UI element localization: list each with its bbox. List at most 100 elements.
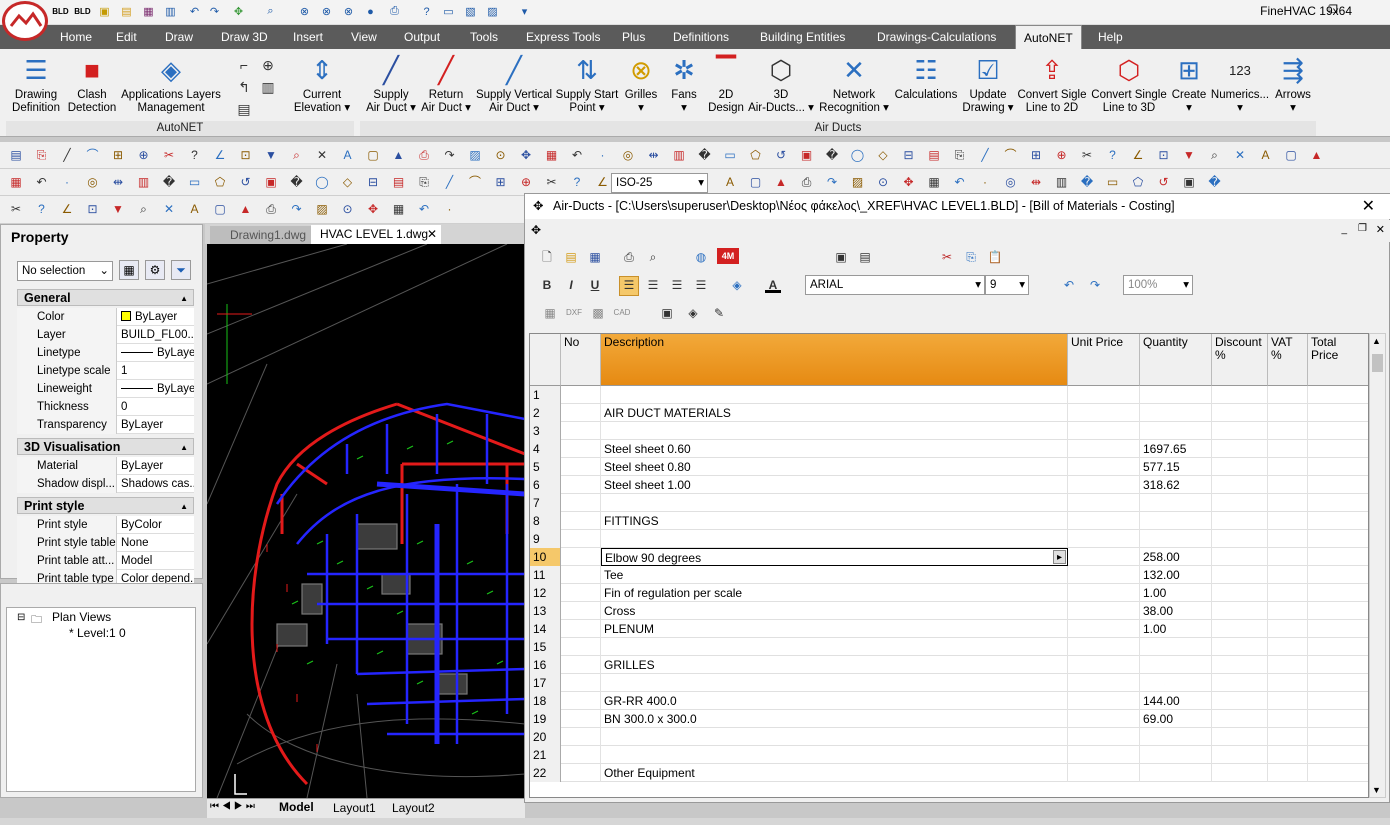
quantity-cell[interactable]	[1140, 674, 1212, 692]
selection-select[interactable]: No selection ⌄	[17, 261, 113, 281]
description-cell[interactable]	[601, 674, 1068, 692]
row-number[interactable]: 18	[530, 692, 561, 710]
table-cell[interactable]	[1308, 620, 1368, 638]
description-cell[interactable]: BN 300.0 x 300.0	[601, 710, 1068, 728]
print-icon[interactable]: ⎙	[621, 249, 637, 265]
table-cell[interactable]	[1308, 764, 1368, 782]
globe-icon[interactable]: ◍	[693, 249, 709, 265]
toolbar-tool-2-5-icon[interactable]: ⌕	[136, 201, 152, 217]
toolbar-tool-0-21-icon[interactable]: ▦	[544, 147, 560, 163]
table-cell[interactable]	[1268, 638, 1308, 656]
table-cell[interactable]	[1308, 602, 1368, 620]
quantity-cell[interactable]	[1140, 422, 1212, 440]
table-cell[interactable]	[1308, 674, 1368, 692]
table-row[interactable]: 19 BN 300.0 x 300.0 69.00	[530, 710, 1368, 728]
toolbar-tool-1-9-icon[interactable]: ↺	[238, 174, 254, 190]
help-icon[interactable]: ?	[418, 3, 435, 20]
table-cell[interactable]	[561, 638, 601, 656]
font-select[interactable]: ARIAL ▾	[805, 275, 985, 295]
table-cell[interactable]	[1308, 422, 1368, 440]
property-row[interactable]: Color ByLayer	[17, 308, 194, 326]
table-cell[interactable]	[561, 764, 601, 782]
toolbar-tool-0-18-icon[interactable]: ▨	[467, 147, 483, 163]
toolbar-tool-2-9-icon[interactable]: ▲	[238, 201, 254, 217]
zoom-icon[interactable]: ⌕	[262, 3, 279, 20]
ribbon-convert-sigle-button[interactable]: ⇪ Convert Sigle Line to 2D	[1014, 53, 1090, 115]
quantity-cell[interactable]	[1140, 530, 1212, 548]
table-cell[interactable]	[561, 476, 601, 494]
edit-icon[interactable]: ✎	[711, 305, 727, 321]
table-cell[interactable]	[1268, 656, 1308, 674]
toolbar-tool-1-41-icon[interactable]: ▥	[1054, 174, 1070, 190]
toolbar-tool-1-18-icon[interactable]: ⌒	[467, 174, 483, 190]
table-cell[interactable]	[1268, 620, 1308, 638]
cad-icon[interactable]: CAD	[611, 305, 633, 321]
customize-icon[interactable]: ▾	[516, 3, 533, 20]
property-value[interactable]: 1	[118, 362, 194, 380]
description-cell[interactable]	[601, 728, 1068, 746]
app-menu-icon[interactable]: ✥	[531, 223, 541, 237]
close-icon[interactable]: ✕	[1376, 223, 1385, 236]
toolbar-tool-2-3-icon[interactable]: ⊡	[85, 201, 101, 217]
row-number[interactable]: 11	[530, 566, 561, 584]
ribbon-clash-button[interactable]: ■ Clash Detection	[66, 53, 118, 115]
menu-plus[interactable]: Plus	[614, 25, 653, 49]
table-cell[interactable]	[1268, 422, 1308, 440]
toolbar-tool-1-6-icon[interactable]: �	[161, 174, 177, 190]
autonet-tool-0-icon[interactable]: ⌐	[236, 57, 252, 73]
open-icon[interactable]: ▤	[563, 249, 579, 265]
property-row[interactable]: Print style table None	[17, 534, 194, 552]
toolbar-tool-1-17-icon[interactable]: ╱	[442, 174, 458, 190]
table-row[interactable]: 18 GR-RR 400.0 144.00	[530, 692, 1368, 710]
toolbar-tool-1-16-icon[interactable]: ⎘	[416, 174, 432, 190]
toolbar-tool-1-38-icon[interactable]: ·	[977, 174, 993, 190]
table-cell[interactable]	[561, 548, 601, 566]
menu-autonet[interactable]: AutoNET	[1015, 25, 1082, 49]
table-cell[interactable]	[1068, 746, 1140, 764]
description-cell[interactable]: FITTINGS	[601, 512, 1068, 530]
row-number[interactable]: 13	[530, 602, 561, 620]
toolbar-tool-1-0-icon[interactable]: ▦	[8, 174, 24, 190]
table-cell[interactable]	[1212, 692, 1268, 710]
refresh-icon[interactable]: ▤	[857, 249, 873, 265]
menu-building-entities[interactable]: Building Entities	[752, 25, 853, 49]
table-cell[interactable]	[1068, 422, 1140, 440]
section-general[interactable]: General ▲	[17, 289, 194, 306]
table-cell[interactable]	[1212, 404, 1268, 422]
undo-icon[interactable]: ↶	[186, 3, 203, 20]
property-row[interactable]: Transparency ByLayer	[17, 416, 194, 434]
toolbar-tool-0-34-icon[interactable]: ◇	[875, 147, 891, 163]
quantity-cell[interactable]	[1140, 494, 1212, 512]
table-cell[interactable]	[1212, 458, 1268, 476]
menu-output[interactable]: Output	[396, 25, 448, 49]
header-quantity[interactable]: Quantity	[1140, 334, 1212, 386]
table-cell[interactable]	[1268, 710, 1308, 728]
property-row[interactable]: Shadow displ... Shadows cas...	[17, 475, 194, 493]
property-value[interactable]: ByLayer	[118, 380, 194, 398]
toolbar-tool-2-11-icon[interactable]: ↷	[289, 201, 305, 217]
toolbar-tool-2-0-icon[interactable]: ✂	[8, 201, 24, 217]
quantity-cell[interactable]: 577.15	[1140, 458, 1212, 476]
table-cell[interactable]	[561, 440, 601, 458]
toolbar-tool-0-35-icon[interactable]: ⊟	[901, 147, 917, 163]
settings-icon[interactable]: ▣	[659, 305, 675, 321]
toolbar-tool-1-36-icon[interactable]: ▦	[926, 174, 942, 190]
table-cell[interactable]	[1308, 548, 1368, 566]
undo-icon[interactable]: ↶	[1061, 277, 1077, 293]
ribbon-convert-single-button[interactable]: ⬡ Convert Single Line to 3D	[1088, 53, 1170, 115]
shade-icon[interactable]: ●	[362, 3, 379, 20]
save-icon[interactable]: ▦	[587, 249, 603, 265]
4m-icon[interactable]: 4M	[717, 248, 739, 264]
row-number[interactable]: 22	[530, 764, 561, 782]
select-objects-icon[interactable]: ⚙	[145, 260, 165, 280]
table-cell[interactable]	[1212, 620, 1268, 638]
table-cell[interactable]	[1212, 512, 1268, 530]
property-row[interactable]: Lineweight ByLayer	[17, 380, 194, 398]
export-icon[interactable]: ▩	[587, 305, 609, 321]
bld-icon[interactable]: BLD	[52, 3, 69, 20]
table-cell[interactable]	[561, 674, 601, 692]
tree-root[interactable]: Plan Views	[52, 610, 111, 624]
header-total-price[interactable]: Total Price	[1308, 334, 1368, 386]
toolbar-tool-2-16-icon[interactable]: ↶	[416, 201, 432, 217]
toolbar-tool-0-6-icon[interactable]: ✂	[161, 147, 177, 163]
